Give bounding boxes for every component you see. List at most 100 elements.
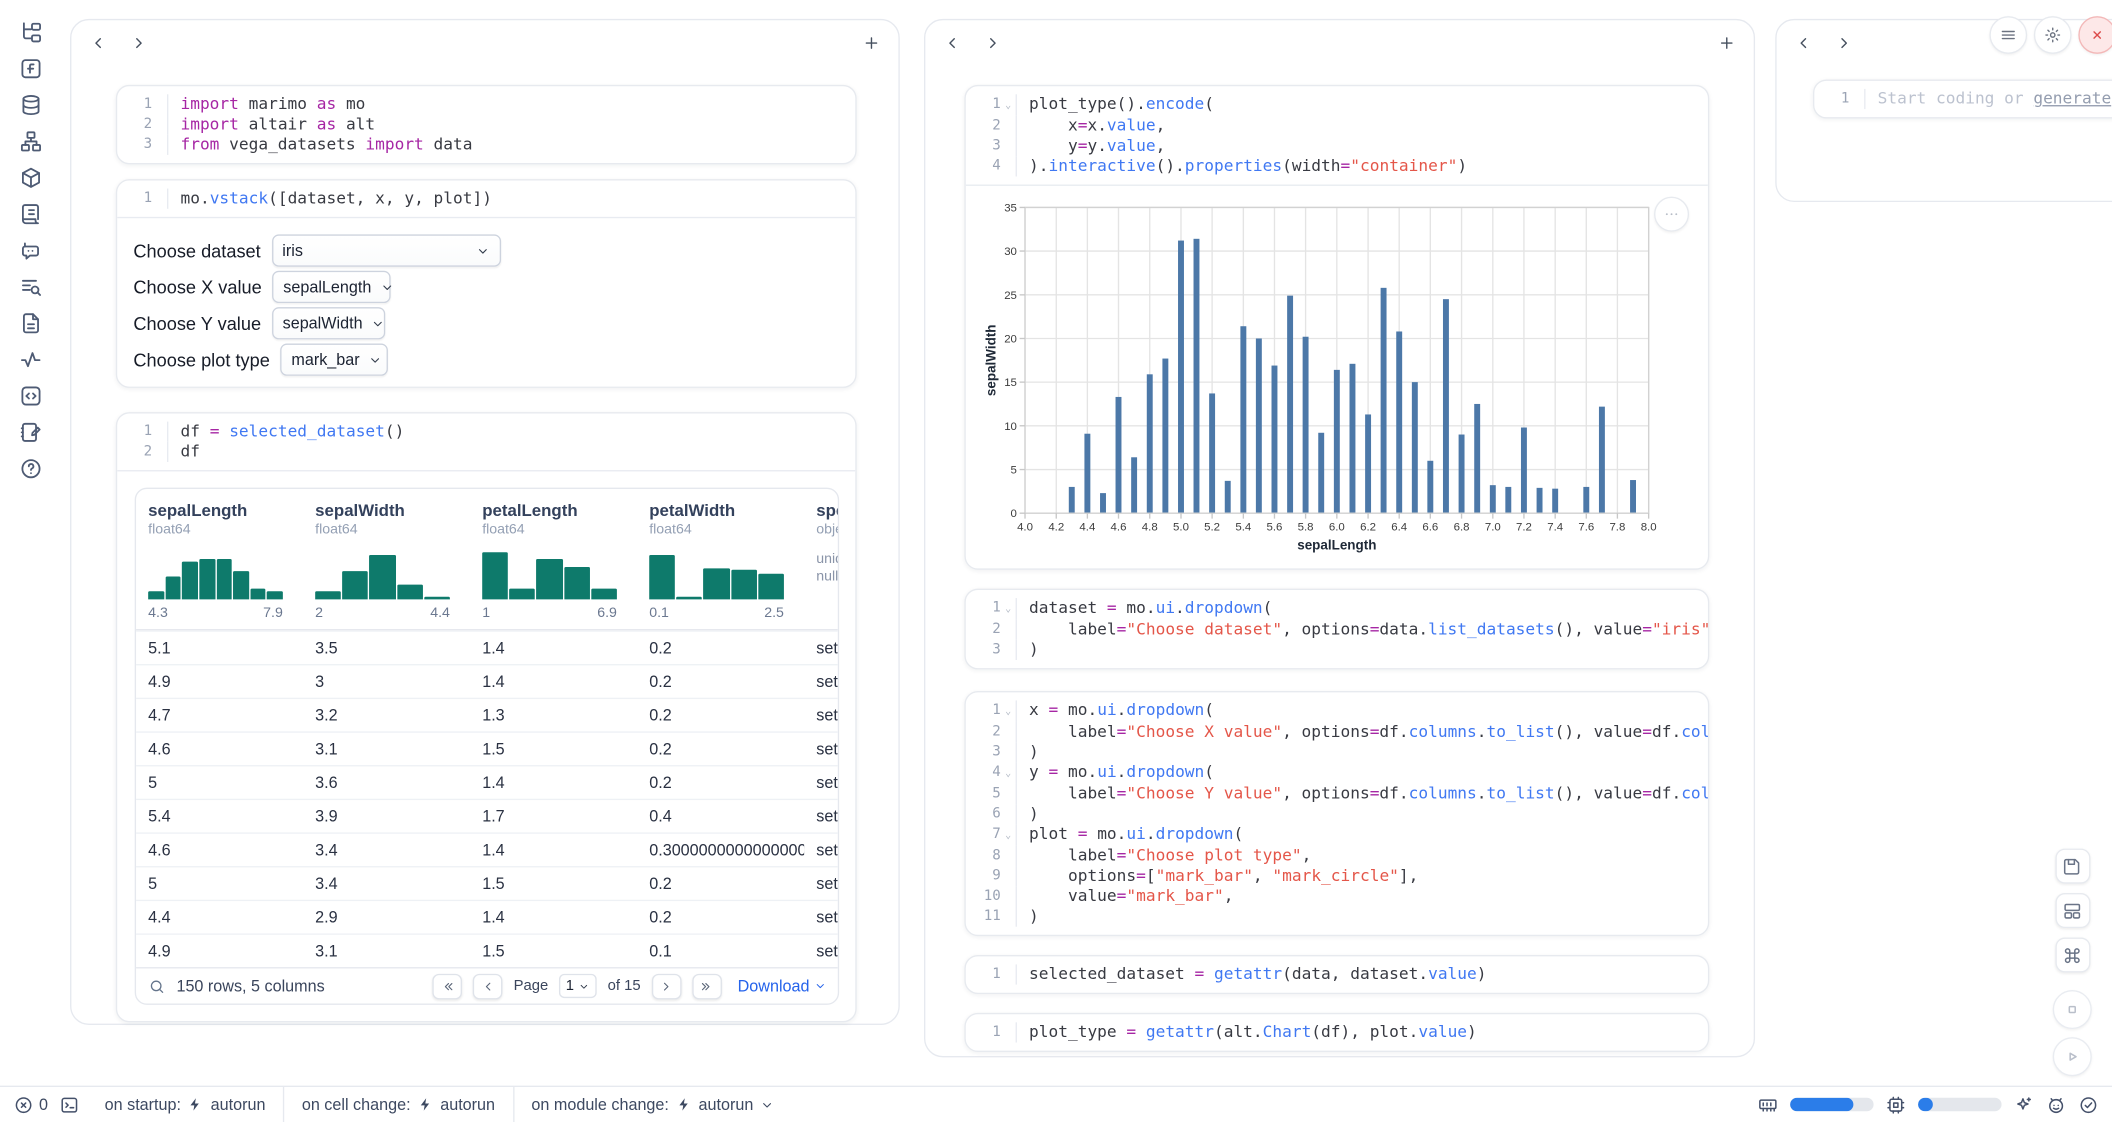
dataframe-output: sepalLengthfloat644.37.9sepalWidthfloat6…: [117, 470, 855, 1021]
download-button[interactable]: Download: [738, 977, 827, 996]
cell-empty-scratch[interactable]: 1Start coding or generate with: [1813, 79, 2112, 118]
sidebar-database-button[interactable]: [19, 93, 43, 117]
command-palette-button[interactable]: [2055, 937, 2090, 972]
search-icon[interactable]: [148, 977, 166, 995]
error-count: 0: [39, 1095, 48, 1114]
sidebar-functions-button[interactable]: [19, 57, 43, 81]
cell-plot[interactable]: 1⌄plot_type().encode(2 x=x.value,3 y=y.v…: [964, 85, 1709, 570]
settings-button[interactable]: [2034, 16, 2072, 54]
sidebar-logs-button[interactable]: [19, 202, 43, 226]
close-icon: [2088, 26, 2107, 45]
code-editor-selected-dataset[interactable]: 1selected_dataset = getattr(data, datase…: [966, 956, 1708, 992]
sidebar-file-text-button[interactable]: [19, 311, 43, 335]
altair-bar-chart[interactable]: 4.04.24.44.64.85.05.25.45.65.86.06.26.46…: [985, 194, 1708, 563]
svg-text:7.0: 7.0: [1485, 522, 1501, 534]
error-counter[interactable]: 0: [13, 1094, 48, 1114]
column-histogram[interactable]: [315, 548, 450, 599]
prev-page-button[interactable]: [473, 973, 503, 999]
on-cell-change-setting[interactable]: on cell change: autorun: [283, 1086, 513, 1122]
code-editor-xyplot[interactable]: 1⌄x = mo.ui.dropdown(2 label="Choose X v…: [966, 692, 1708, 934]
text-search-icon: [19, 275, 43, 299]
notebook-menu-button[interactable]: [1989, 16, 2027, 54]
column-scroll-left-button[interactable]: [943, 34, 962, 53]
cell-dataset-dropdown[interactable]: 1⌄dataset = mo.ui.dropdown(2 label="Choo…: [964, 589, 1709, 670]
table-row[interactable]: 4.931.40.2setosa: [136, 664, 838, 698]
code-editor-vstack[interactable]: 1mo.vstack([dataset, x, y, plot]): [117, 180, 855, 216]
table-row[interactable]: 5.13.51.40.2setosa: [136, 630, 838, 664]
table-row[interactable]: 4.93.11.50.1setosa: [136, 933, 838, 967]
plot-type-select[interactable]: mark_bar: [281, 343, 389, 375]
table-row[interactable]: 53.41.50.2setosa: [136, 866, 838, 900]
sidebar-activity-button[interactable]: [19, 348, 43, 372]
on-startup-setting[interactable]: on startup: autorun: [87, 1086, 283, 1122]
chevron-down-icon: [475, 243, 490, 258]
stop-button[interactable]: [2053, 990, 2092, 1029]
code-editor-imports[interactable]: 1import marimo as mo2import altair as al…: [117, 86, 855, 163]
add-cell-button[interactable]: [1717, 34, 1736, 53]
on-module-change-setting[interactable]: on module change: autorun: [513, 1086, 793, 1122]
code-editor-df[interactable]: 1df = selected_dataset()2df: [117, 414, 855, 471]
x-value-select[interactable]: sepalLength: [273, 271, 392, 303]
column-histogram[interactable]: [482, 548, 617, 599]
column-header-species[interactable]: speciesobjectunique:nulls:: [804, 489, 839, 629]
last-page-button[interactable]: [692, 973, 722, 999]
add-cell-button[interactable]: [862, 34, 881, 53]
column-histogram[interactable]: [148, 548, 283, 599]
ai-assist-button[interactable]: [2014, 1094, 2034, 1114]
first-page-button[interactable]: [433, 973, 463, 999]
sidebar-help-button[interactable]: [19, 457, 43, 481]
sidebar-graph-button[interactable]: [19, 129, 43, 153]
sidebar-bot-chat-button[interactable]: [19, 238, 43, 262]
zap-icon: [676, 1096, 692, 1112]
table-row[interactable]: 53.61.40.2setosa: [136, 765, 838, 799]
sidebar-square-code-button[interactable]: [19, 384, 43, 408]
sidebar-file-tree-button[interactable]: [19, 20, 43, 44]
sidebar-notebook-pen-button[interactable]: [19, 420, 43, 444]
svg-text:6.0: 6.0: [1329, 522, 1345, 534]
logs-icon: [19, 202, 43, 226]
column-header-sepalWidth[interactable]: sepalWidthfloat6424.4: [303, 489, 470, 629]
column-scroll-right-button[interactable]: [129, 34, 148, 53]
svg-text:8.0: 8.0: [1641, 522, 1657, 534]
cpu-icon: [1886, 1094, 1906, 1114]
cell-xyplot-dropdowns[interactable]: 1⌄x = mo.ui.dropdown(2 label="Choose X v…: [964, 691, 1709, 936]
dataset-select[interactable]: iris: [272, 234, 501, 266]
code-editor-plot[interactable]: 1⌄plot_type().encode(2 x=x.value,3 y=y.v…: [966, 86, 1708, 184]
svg-text:10: 10: [1004, 421, 1017, 433]
table-row[interactable]: 5.43.91.70.4setosa: [136, 799, 838, 833]
column-header-petalWidth[interactable]: petalWidthfloat640.12.5: [637, 489, 804, 629]
column-scroll-left-button[interactable]: [89, 34, 108, 53]
page-select[interactable]: 1: [559, 974, 597, 998]
next-page-button[interactable]: [651, 973, 681, 999]
column-scroll-right-button[interactable]: [1835, 34, 1854, 53]
column-scroll-left-button[interactable]: [1794, 34, 1813, 53]
cell-vstack[interactable]: 1mo.vstack([dataset, x, y, plot]) Choose…: [116, 179, 857, 388]
column-histogram[interactable]: [649, 548, 784, 599]
table-row[interactable]: 4.63.41.40.30000000000000004setosa: [136, 832, 838, 866]
column-header-petalLength[interactable]: petalLengthfloat6416.9: [470, 489, 637, 629]
y-value-select[interactable]: sepalWidth: [272, 307, 385, 339]
code-editor-dataset[interactable]: 1⌄dataset = mo.ui.dropdown(2 label="Choo…: [966, 590, 1708, 668]
cell-imports[interactable]: 1import marimo as mo2import altair as al…: [116, 85, 857, 164]
terminal-button[interactable]: [59, 1094, 79, 1114]
save-button[interactable]: [2055, 849, 2090, 884]
code-editor-plot-type[interactable]: 1plot_type = getattr(alt.Chart(df), plot…: [966, 1014, 1708, 1050]
run-all-button[interactable]: [2053, 1037, 2092, 1076]
layout-toggle-button[interactable]: [2055, 893, 2090, 928]
column-scroll-right-button[interactable]: [983, 34, 1002, 53]
table-row[interactable]: 4.73.21.30.2setosa: [136, 698, 838, 732]
column-header-sepalLength[interactable]: sepalLengthfloat644.37.9: [136, 489, 303, 629]
table-row[interactable]: 4.42.91.40.2setosa: [136, 900, 838, 934]
cell-dataframe[interactable]: 1df = selected_dataset()2df sepalLengthf…: [116, 412, 857, 1022]
shutdown-button[interactable]: [2078, 16, 2112, 54]
sidebar-text-search-button[interactable]: [19, 275, 43, 299]
empty-code-editor[interactable]: 1Start coding or generate with: [1814, 81, 2112, 117]
table-row[interactable]: 4.63.11.50.2setosa: [136, 731, 838, 765]
sidebar-package-button[interactable]: [19, 166, 43, 190]
chart-menu-button[interactable]: [1654, 197, 1689, 232]
cell-plot-type[interactable]: 1plot_type = getattr(alt.Chart(df), plot…: [964, 1013, 1709, 1052]
cell-selected-dataset[interactable]: 1selected_dataset = getattr(data, datase…: [964, 955, 1709, 994]
chat-bot-button[interactable]: [2046, 1094, 2066, 1114]
dropdown-row: Choose X valuesepalLength: [133, 271, 839, 303]
bot-icon: [2046, 1094, 2066, 1114]
